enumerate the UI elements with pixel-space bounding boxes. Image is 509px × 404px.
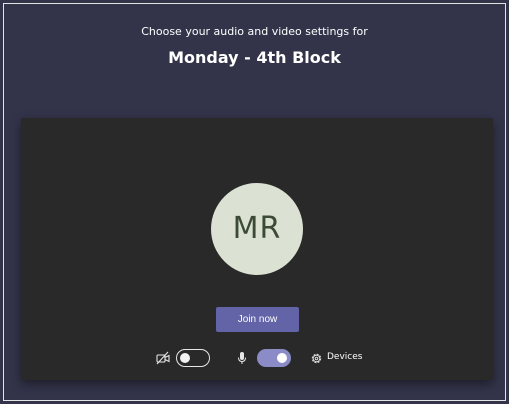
video-off-icon[interactable] (156, 351, 170, 365)
camera-toggle[interactable] (176, 349, 210, 367)
devices-button[interactable]: Devices (327, 352, 362, 362)
prejoin-subtitle: Choose your audio and video settings for (141, 25, 368, 38)
meeting-title: Monday - 4th Block (168, 48, 341, 67)
video-preview: MR Join now Devices (21, 118, 493, 380)
device-controls: Devices (21, 349, 493, 369)
microphone-toggle-knob (277, 352, 287, 363)
avatar: MR (211, 183, 303, 275)
microphone-toggle[interactable] (257, 349, 291, 367)
camera-toggle-knob (180, 352, 190, 363)
gear-icon[interactable] (310, 352, 323, 365)
join-now-button[interactable]: Join now (216, 307, 299, 332)
microphone-icon[interactable] (236, 351, 248, 365)
prejoin-screen: Choose your audio and video settings for… (3, 3, 506, 401)
